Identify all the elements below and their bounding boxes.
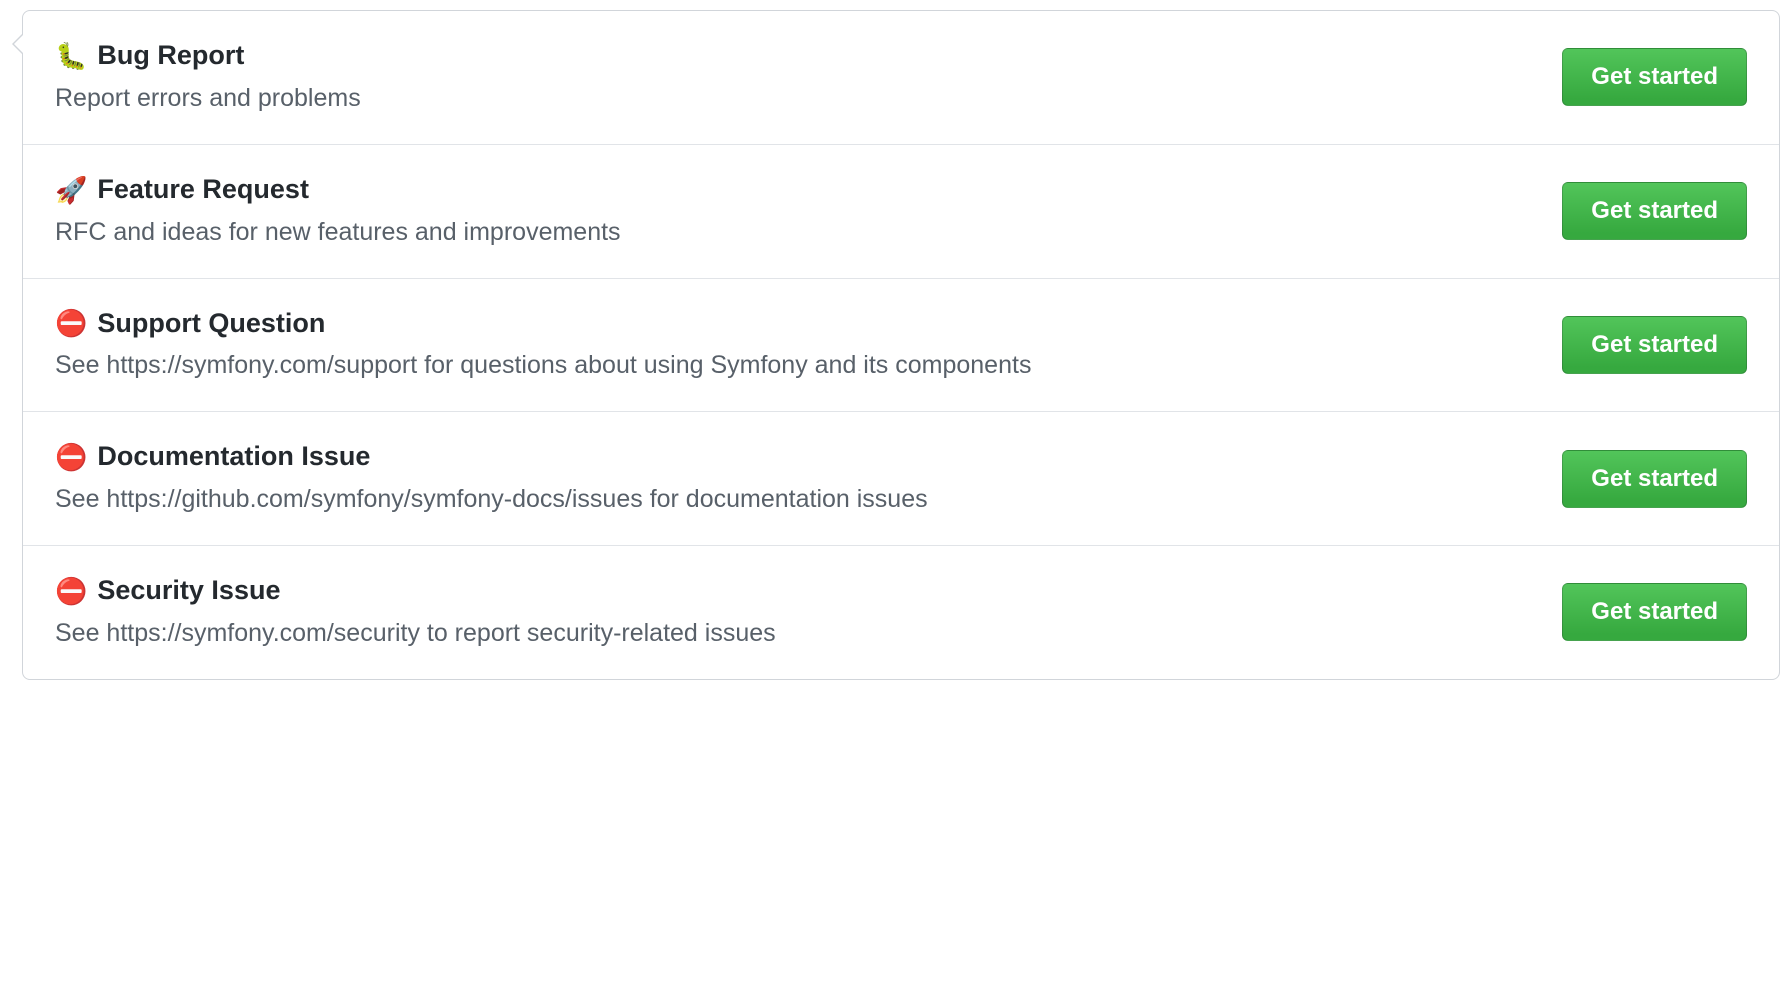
template-description: Report errors and problems	[55, 81, 1546, 116]
get-started-button[interactable]: Get started	[1562, 48, 1747, 106]
template-name: Security Issue	[97, 574, 280, 608]
template-text: ⛔ Security Issue See https://symfony.com…	[55, 574, 1546, 651]
template-text: ⛔ Support Question See https://symfony.c…	[55, 307, 1546, 384]
get-started-button[interactable]: Get started	[1562, 450, 1747, 508]
template-item-security-issue: ⛔ Security Issue See https://symfony.com…	[23, 546, 1779, 679]
no-entry-icon: ⛔	[55, 310, 87, 336]
no-entry-icon: ⛔	[55, 444, 87, 470]
get-started-button[interactable]: Get started	[1562, 583, 1747, 641]
template-item-documentation-issue: ⛔ Documentation Issue See https://github…	[23, 412, 1779, 546]
template-item-support-question: ⛔ Support Question See https://symfony.c…	[23, 279, 1779, 413]
template-title-row: 🐛 Bug Report	[55, 39, 1546, 73]
no-entry-icon: ⛔	[55, 578, 87, 604]
rocket-icon: 🚀	[55, 177, 87, 203]
template-description: See https://github.com/symfony/symfony-d…	[55, 482, 1546, 517]
template-item-feature-request: 🚀 Feature Request RFC and ideas for new …	[23, 145, 1779, 279]
template-name: Documentation Issue	[97, 440, 370, 474]
template-description: RFC and ideas for new features and impro…	[55, 215, 1546, 250]
bug-icon: 🐛	[55, 43, 87, 69]
template-item-bug-report: 🐛 Bug Report Report errors and problems …	[23, 11, 1779, 145]
get-started-button[interactable]: Get started	[1562, 316, 1747, 374]
template-title-row: ⛔ Support Question	[55, 307, 1546, 341]
get-started-button[interactable]: Get started	[1562, 182, 1747, 240]
template-name: Feature Request	[97, 173, 309, 207]
template-description: See https://symfony.com/security to repo…	[55, 616, 1546, 651]
template-description: See https://symfony.com/support for ques…	[55, 348, 1546, 383]
template-name: Bug Report	[97, 39, 244, 73]
template-name: Support Question	[97, 307, 325, 341]
issue-template-panel: 🐛 Bug Report Report errors and problems …	[22, 10, 1780, 680]
template-title-row: 🚀 Feature Request	[55, 173, 1546, 207]
template-title-row: ⛔ Documentation Issue	[55, 440, 1546, 474]
template-title-row: ⛔ Security Issue	[55, 574, 1546, 608]
template-text: 🚀 Feature Request RFC and ideas for new …	[55, 173, 1546, 250]
template-text: 🐛 Bug Report Report errors and problems	[55, 39, 1546, 116]
template-text: ⛔ Documentation Issue See https://github…	[55, 440, 1546, 517]
